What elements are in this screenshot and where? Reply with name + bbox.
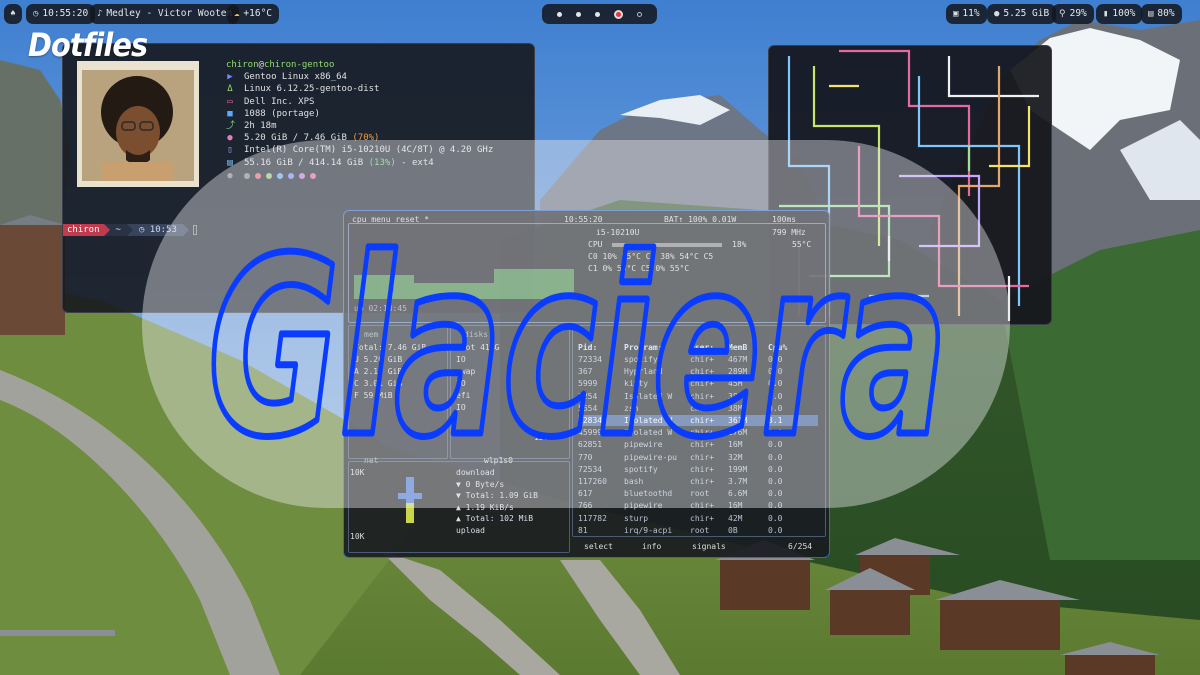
fetch-row-icon: ▶ bbox=[227, 72, 233, 83]
fetch-row: ⤴ 2h 18m bbox=[226, 120, 493, 132]
album-cover bbox=[77, 61, 199, 187]
fetch-row-icon: ▭ bbox=[227, 96, 233, 107]
fetch-row-text: 1088 (portage) bbox=[244, 108, 320, 119]
cpu-widget[interactable]: ⚲ 29% bbox=[1052, 4, 1094, 24]
clock-text: 10:55:20 bbox=[42, 8, 89, 19]
proc-cell: irq/9-acpi bbox=[624, 525, 673, 535]
weather-text: +16°C bbox=[243, 8, 273, 19]
workspace-4[interactable] bbox=[614, 9, 623, 19]
memory-widget[interactable]: ● 5.25 GiB bbox=[987, 4, 1057, 24]
fetch-row-icon: ■ bbox=[227, 108, 233, 119]
fetch-row: Δ Linux 6.12.25-gentoo-dist bbox=[226, 83, 493, 95]
gentoo-logo-icon: ♠ bbox=[10, 9, 16, 19]
volume-text: 100% bbox=[1112, 8, 1136, 19]
logo-text: Glaciera bbox=[208, 206, 948, 455]
cpu-text: 29% bbox=[1069, 8, 1087, 19]
memory-icon: ● bbox=[994, 9, 1000, 19]
footer-signals[interactable]: signals bbox=[692, 541, 726, 552]
proc-cell: 81 bbox=[578, 525, 588, 535]
brightness-widget[interactable]: ▣ 11% bbox=[946, 4, 987, 24]
launcher-button[interactable]: ♠ bbox=[4, 4, 22, 24]
dotfiles-label: Dotfiles bbox=[28, 26, 148, 64]
memory-text: 5.25 GiB bbox=[1003, 8, 1050, 19]
fetch-row-text: 2h 18m bbox=[244, 121, 277, 132]
proc-row[interactable]: 81 irq/9-acpi root 0B 0.0 bbox=[578, 525, 818, 536]
fetch-row-text: Dell Inc. XPS bbox=[244, 96, 315, 107]
workspace-1[interactable] bbox=[557, 11, 562, 17]
weather-widget[interactable]: ☁ +16°C bbox=[227, 4, 280, 24]
album-portrait bbox=[82, 70, 194, 181]
prompt-user: chiron bbox=[63, 224, 104, 236]
proc-cell: 117782 bbox=[578, 513, 607, 523]
glaciera-logo: Glaciera bbox=[205, 203, 952, 456]
fetch-row: ■ 1088 (portage) bbox=[226, 108, 493, 120]
fetch-host: chiron-gentoo bbox=[263, 60, 335, 70]
proc-cell: 0.0 bbox=[768, 525, 783, 535]
fetch-row-icon: ⤴ bbox=[226, 121, 236, 132]
net-row: ▲ Total: 102 MiB bbox=[456, 514, 534, 523]
brightness-icon: ▣ bbox=[953, 9, 959, 19]
fetch-row-text: Linux 6.12.25-gentoo-dist bbox=[244, 84, 380, 95]
proc-cell: root bbox=[690, 525, 710, 535]
battery-widget[interactable]: ▤ 80% bbox=[1141, 4, 1182, 24]
net-row: upload bbox=[456, 525, 485, 535]
net-scale-bottom: 10K bbox=[350, 532, 365, 541]
fetch-row-icon: ● bbox=[227, 133, 233, 144]
proc-cell: 0B bbox=[728, 525, 738, 535]
partly-cloudy-icon: ☁ bbox=[234, 9, 240, 19]
clock-widget[interactable]: ◷ 10:55:20 bbox=[26, 4, 96, 24]
workspace-3[interactable] bbox=[595, 11, 600, 17]
proc-row[interactable]: 117782 sturp chir+ 42M 0.0 bbox=[578, 513, 818, 524]
fetch-row-text: Gentoo Linux x86_64 bbox=[244, 72, 347, 83]
proc-cell: chir+ bbox=[690, 513, 715, 523]
fetch-row: ▶ Gentoo Linux x86_64 bbox=[226, 71, 493, 83]
proc-count: 6/254 bbox=[788, 542, 813, 551]
workspace-switcher bbox=[542, 4, 657, 24]
fetch-title: chiron@chiron-gentoo bbox=[226, 60, 335, 70]
battery-icon: ▤ bbox=[1148, 9, 1154, 19]
prompt-dir: ~ bbox=[109, 224, 127, 236]
media-text: Medley - Victor Wooten bbox=[106, 8, 233, 19]
volume-icon: ▮ bbox=[1103, 9, 1109, 19]
proc-cell: 0.0 bbox=[768, 513, 783, 523]
media-widget[interactable]: ♪ Medley - Victor Wooten bbox=[90, 4, 240, 24]
workspace-5[interactable] bbox=[637, 11, 642, 17]
brightness-text: 11% bbox=[962, 8, 980, 19]
clock-icon: ◷ bbox=[33, 9, 39, 19]
fetch-row: ▭ Dell Inc. XPS bbox=[226, 96, 493, 108]
proc-cell: sturp bbox=[624, 513, 649, 523]
footer-info[interactable]: info bbox=[642, 541, 661, 552]
proc-cell: 42M bbox=[728, 513, 743, 523]
fetch-row-icon: ▯ bbox=[227, 145, 233, 156]
cpu-icon: ⚲ bbox=[1059, 9, 1066, 19]
fetch-row-icon: Δ bbox=[227, 84, 233, 95]
battery-text: 80% bbox=[1157, 8, 1175, 19]
workspace-2[interactable] bbox=[576, 11, 581, 17]
music-note-icon: ♪ bbox=[97, 9, 103, 19]
footer-select[interactable]: select bbox=[584, 541, 613, 552]
fetch-user: chiron bbox=[226, 60, 259, 70]
volume-widget[interactable]: ▮ 100% bbox=[1096, 4, 1143, 24]
